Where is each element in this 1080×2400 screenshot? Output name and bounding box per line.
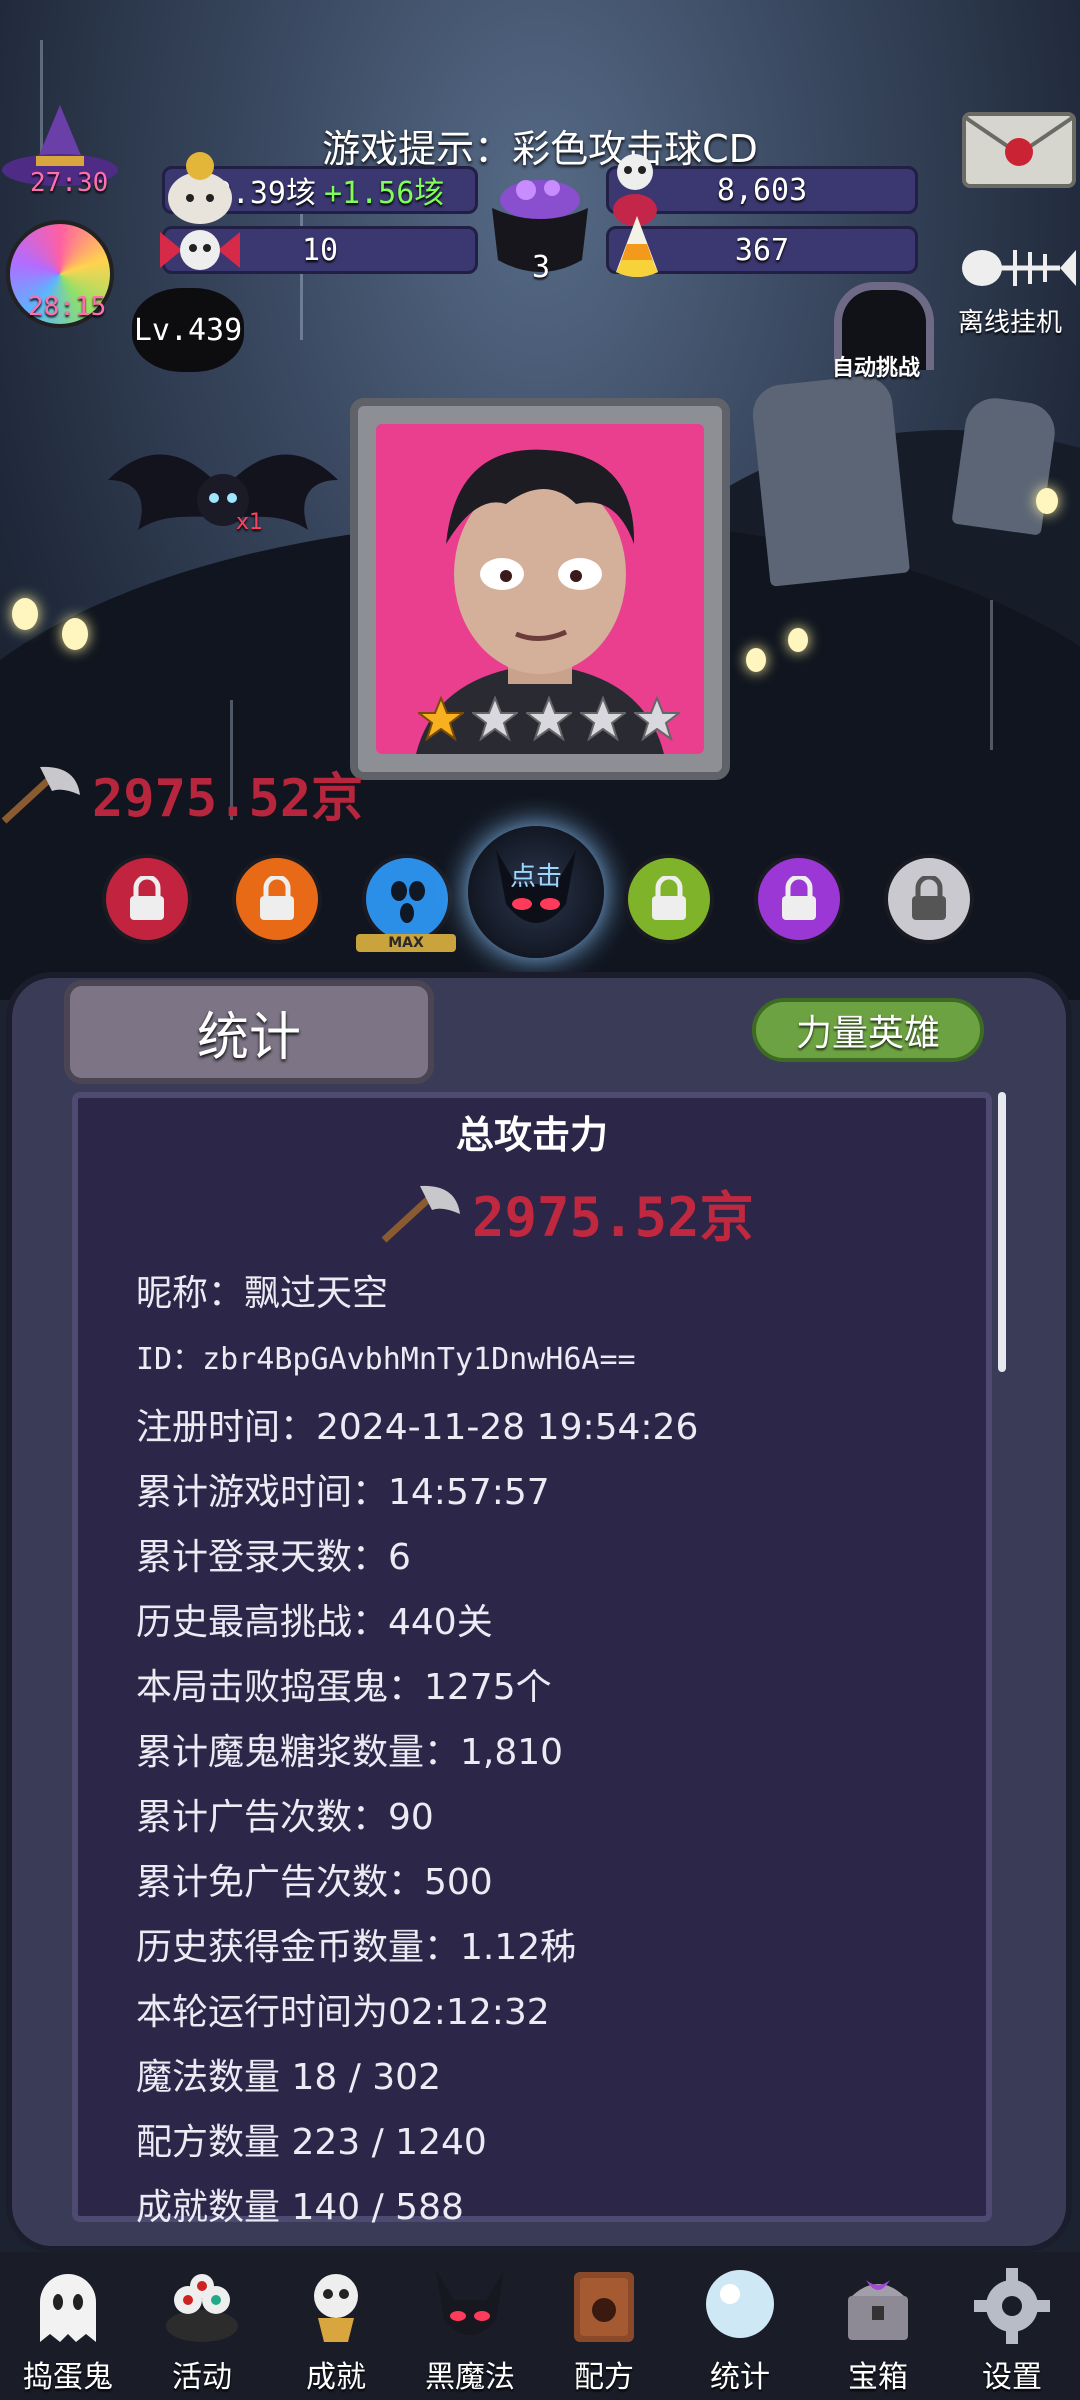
nav-ghost-label: 捣蛋鬼 [23, 2360, 113, 2395]
skill-locked-white[interactable] [884, 854, 974, 944]
stat-achievement-count: 成就数量 140 / 588 [136, 2187, 464, 2228]
nav-activity[interactable]: 活动 [142, 2266, 262, 2396]
candy-timer: 28:15 [28, 292, 107, 322]
glowing-eye [1036, 488, 1058, 514]
lock-icon [782, 876, 816, 920]
star-empty-icon [580, 696, 626, 742]
bat-icon[interactable] [108, 420, 338, 580]
nav-settings-label: 设置 [982, 2360, 1042, 2395]
stat-register-time: 注册时间：2024-11-28 19:54:26 [136, 1407, 699, 1448]
gold-gain: +1.56垓 [324, 176, 445, 211]
hero-stars [418, 696, 680, 742]
stat-defeated-ghosts: 本局击败捣蛋鬼：1275个 [136, 1667, 552, 1708]
total-attack-display: 2975.52京 [380, 1172, 754, 1252]
skill-blue-ghost[interactable] [362, 854, 452, 944]
axe-icon [1, 766, 80, 824]
tombstone [749, 373, 911, 587]
cauldron-count: 3 [532, 250, 551, 285]
rain-streak [990, 600, 993, 750]
stat-login-days: 累计登录天数：6 [136, 1537, 411, 1578]
lock-icon [130, 876, 164, 920]
dark-magic-skill-button[interactable]: 点击 [468, 826, 604, 958]
candy-corn-count: 367 [734, 232, 790, 268]
nav-stats-label: 统计 [710, 2360, 770, 2395]
screaming-ghost-icon [391, 881, 425, 923]
level-badge: Lv.439 [132, 288, 244, 372]
skill-locked-orange[interactable] [232, 854, 322, 944]
nav-settings[interactable]: 设置 [952, 2266, 1072, 2396]
star-empty-icon [526, 696, 572, 742]
auto-challenge-label: 自动挑战 [832, 356, 921, 381]
stat-total-play-time: 累计游戏时间：14:57:57 [136, 1472, 550, 1513]
hero-portrait-frame[interactable] [350, 398, 730, 780]
nav-ghost[interactable]: 捣蛋鬼 [8, 2266, 128, 2396]
lock-icon [652, 876, 686, 920]
total-attack-value: 2975.52京 [472, 1185, 754, 1249]
skill-max-tag: MAX [356, 934, 456, 952]
nav-black-magic[interactable]: 黑魔法 [410, 2266, 530, 2396]
stat-ad-count: 累计广告次数：90 [136, 1797, 434, 1838]
stat-highest-challenge: 历史最高挑战：440关 [136, 1602, 493, 1643]
dark-skill-label: 点击 [509, 862, 562, 892]
stat-id: ID：zbr4BpGAvbhMnTy1DnwH6A== [136, 1342, 636, 1377]
fish-skeleton-icon[interactable] [960, 236, 1078, 300]
offline-button[interactable]: 离线挂机 [958, 302, 1062, 339]
star-empty-icon [472, 696, 518, 742]
money-bag-icon [168, 152, 232, 224]
bat-multiplier: x1 [236, 510, 264, 535]
glowing-eye [746, 648, 766, 672]
attack-power-value: 2975.52京 [92, 768, 364, 829]
lock-icon [260, 876, 294, 920]
stat-magic-count: 魔法数量 18 / 302 [136, 2057, 441, 2098]
nav-recipe[interactable]: 配方 [544, 2266, 664, 2396]
stat-total-gold: 历史获得金币数量：1.12秭 [136, 1927, 577, 1968]
chest-icon [848, 2280, 908, 2340]
nav-achievement-label: 成就 [306, 2360, 366, 2395]
gear-icon [974, 2268, 1050, 2344]
stat-run-time: 本轮运行时间为02:12:32 [136, 1992, 550, 2033]
stat-ad-free-count: 累计免广告次数：500 [136, 1862, 493, 1903]
tab-power-hero[interactable]: 力量英雄 [752, 998, 984, 1062]
star-filled-icon [418, 696, 464, 742]
axe-icon [381, 1185, 460, 1243]
nav-achievement[interactable]: 成就 [276, 2266, 396, 2396]
nav-stats[interactable]: 统计 [680, 2266, 800, 2396]
hat-timer: 27:30 [30, 168, 109, 198]
eyeballs-icon [166, 2274, 238, 2342]
stat-nickname: 昵称：飘过天空 [136, 1273, 389, 1314]
crystal-ball-icon [706, 2270, 774, 2338]
stat-syrup-count: 累计魔鬼糖浆数量：1,810 [136, 1732, 564, 1773]
skill-locked-green[interactable] [624, 854, 714, 944]
tombstone [951, 394, 1059, 536]
glowing-eye [62, 618, 88, 650]
candy-corn-icon [616, 216, 658, 277]
total-attack-title: 总攻击力 [455, 1113, 608, 1157]
glowing-eye [12, 598, 38, 630]
nav-chest-label: 宝箱 [848, 2360, 908, 2395]
attack-power-display: 2975.52京 [0, 758, 364, 829]
lock-icon [912, 876, 946, 920]
mail-icon[interactable] [962, 110, 1076, 190]
glowing-eye [788, 628, 808, 652]
nav-activity-label: 活动 [172, 2360, 232, 2395]
stats-scrollbar[interactable] [998, 1092, 1006, 1372]
nav-recipe-label: 配方 [574, 2360, 634, 2395]
skull-candy-icon [160, 230, 240, 270]
stat-recipe-count: 配方数量 223 / 1240 [136, 2122, 487, 2163]
ticket-count: 10 [301, 232, 339, 268]
tab-stats[interactable]: 统计 [64, 980, 434, 1084]
skill-locked-red[interactable] [102, 854, 192, 944]
ghost-icon [40, 2274, 96, 2342]
nav-black-magic-label: 黑魔法 [425, 2360, 515, 2395]
skull-count: 8,603 [716, 172, 808, 208]
skill-locked-purple[interactable] [754, 854, 844, 944]
recipe-book-icon [574, 2272, 634, 2342]
star-empty-icon [634, 696, 680, 742]
demon-icon [436, 2270, 504, 2335]
skull-trophy-icon [314, 2274, 358, 2342]
nav-chest[interactable]: 宝箱 [818, 2266, 938, 2396]
